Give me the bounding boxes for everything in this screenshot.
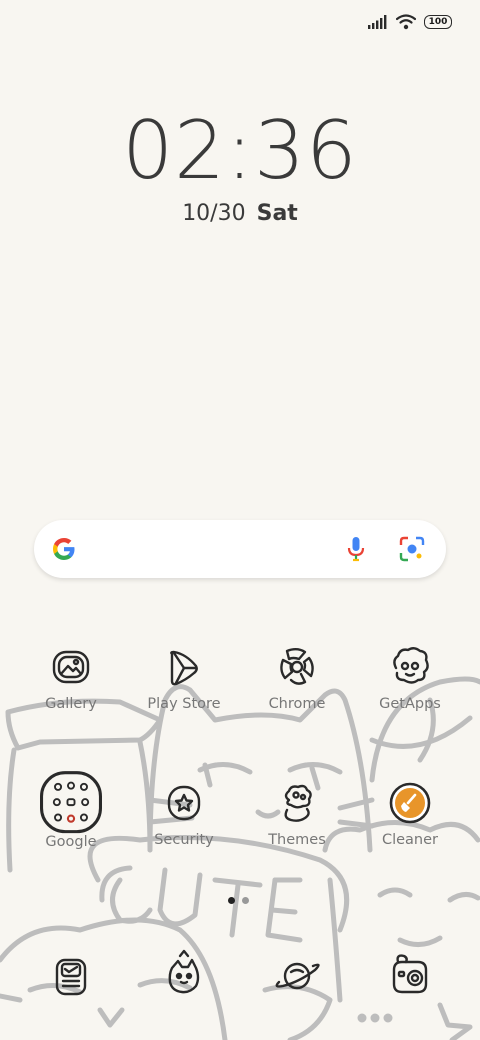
- play-store-icon: [170, 650, 198, 686]
- app-label: Chrome: [268, 696, 326, 712]
- app-themes[interactable]: Themes: [242, 776, 352, 848]
- clock-time[interactable]: 02:36: [0, 104, 480, 197]
- status-bar: 100: [368, 12, 452, 32]
- microphone-icon[interactable]: [342, 535, 370, 563]
- app-chrome[interactable]: Chrome: [242, 640, 352, 712]
- app-label: Play Store: [147, 696, 221, 712]
- messaging-icon: [168, 949, 200, 994]
- google-lens-icon[interactable]: [398, 535, 426, 563]
- dock-phone[interactable]: [16, 948, 126, 1004]
- browser-icon: [275, 962, 320, 990]
- gallery-icon: [52, 650, 90, 684]
- app-label: Cleaner: [381, 832, 439, 848]
- page-dot: [242, 897, 249, 904]
- app-security[interactable]: Security: [129, 776, 239, 848]
- dock-browser[interactable]: [242, 948, 352, 1004]
- dock-messaging[interactable]: [129, 948, 239, 1004]
- app-play-store[interactable]: Play Store: [129, 640, 239, 712]
- app-label: GetApps: [379, 696, 441, 712]
- chrome-icon: [280, 648, 314, 685]
- day-text: Sat: [256, 201, 298, 226]
- security-icon: [167, 785, 201, 821]
- app-label: Gallery: [45, 696, 97, 712]
- app-cleaner[interactable]: Cleaner: [355, 776, 465, 848]
- date-text: 10/30: [182, 201, 246, 226]
- app-getapps[interactable]: GetApps: [355, 640, 465, 712]
- app-label: Themes: [268, 832, 326, 848]
- cleaner-icon: [389, 782, 431, 824]
- app-label: Google: [45, 834, 97, 850]
- google-folder-icon: [40, 771, 102, 834]
- themes-icon: [284, 784, 312, 822]
- dock-camera[interactable]: [355, 948, 465, 1004]
- page-indicator: [228, 897, 249, 904]
- google-search-bar[interactable]: [34, 520, 446, 578]
- google-g-logo: [53, 538, 75, 560]
- clock-date[interactable]: 10/30 Sat: [0, 201, 480, 226]
- camera-icon: [392, 954, 428, 994]
- app-label: Security: [154, 832, 214, 848]
- getapps-icon: [393, 647, 429, 684]
- page-dot-active: [228, 897, 235, 904]
- app-gallery[interactable]: Gallery: [16, 640, 126, 712]
- wifi-icon: [396, 14, 416, 30]
- phone-dialer-icon: [55, 958, 87, 996]
- battery-indicator: 100: [424, 15, 452, 29]
- cellular-signal-icon: [368, 15, 387, 29]
- app-google-folder[interactable]: Google: [16, 768, 126, 850]
